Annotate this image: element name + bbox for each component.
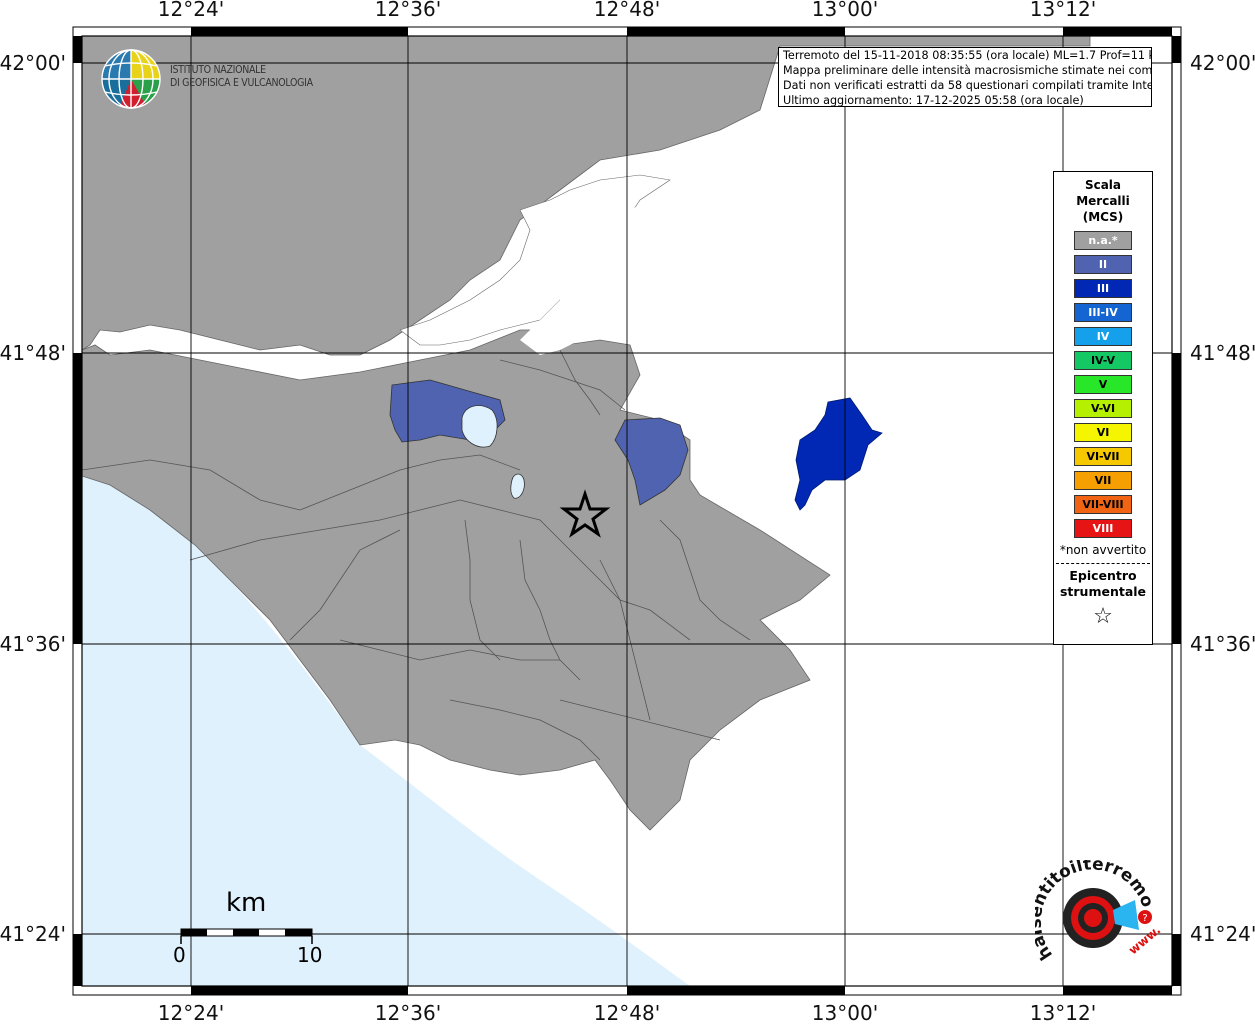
legend-item-13: VIII (1074, 519, 1132, 538)
legend-star-icon: ☆ (1093, 604, 1113, 629)
legend-item-3: III (1074, 279, 1132, 298)
axis-left-label-3: 41°36' (0, 632, 66, 656)
event-info-line-2: Mappa preliminare delle intensità macros… (783, 64, 1152, 77)
legend-separator (1056, 563, 1150, 564)
legend-item-12: VII-VIII (1074, 495, 1132, 514)
ingv-globe-icon (101, 49, 161, 109)
legend-item-5: IV (1074, 327, 1132, 346)
axis-bottom-label-2: 12°36' (375, 1001, 441, 1024)
legend-epicenter-line-2: strumentale (1059, 584, 1147, 599)
axis-right-label-4: 41°24' (1190, 922, 1255, 946)
axis-left-label-4: 41°24' (0, 922, 66, 946)
legend-epicenter-line-1: Epicentro (1069, 568, 1137, 583)
axis-right-label-3: 41°36' (1190, 632, 1255, 656)
axis-bottom-label-3: 12°48' (594, 1001, 660, 1024)
legend-item-1: n.a.* (1074, 231, 1132, 250)
axis-left-label-1: 42°00' (0, 51, 66, 75)
intensity-legend: Scala Mercalli (MCS) n.a.* II III III-IV IV I… (1053, 171, 1153, 645)
legend-epicenter-label: Epicentro strumentale (1054, 568, 1152, 600)
legend-title-line-2: Mercalli (1076, 194, 1130, 208)
haisentito-logo[interactable]: haisentitoilterremoto.it ? www. (1035, 860, 1165, 980)
axis-bottom-label-5: 13°12' (1030, 1001, 1096, 1024)
legend-item-2: II (1074, 255, 1132, 274)
event-info-line-4: Ultimo aggiornamento: 17-12-2025 05:58 (… (783, 94, 1084, 107)
legend-item-11: VII (1074, 471, 1132, 490)
legend-item-10: VI-VII (1074, 447, 1132, 466)
ingv-name: ISTITUTO NAZIONALE DI GEOFISICA E VULCAN… (170, 64, 313, 90)
legend-title: Scala Mercalli (MCS) (1054, 177, 1152, 225)
scale-bar-unit: km (226, 888, 267, 918)
event-info-box: Terremoto del 15-11-2018 08:35:55 (ora l… (778, 47, 1152, 107)
legend-title-line-3: (MCS) (1082, 210, 1124, 224)
ingv-name-line-2: DI GEOFISICA E VULCANOLOGIA (170, 77, 313, 89)
axis-top-label-2: 12°36' (375, 0, 441, 21)
legend-item-8: V-VI (1074, 399, 1132, 418)
axis-left-label-2: 41°48' (0, 341, 66, 365)
scale-bar-start: 0 (173, 943, 186, 967)
ingv-logo[interactable]: ISTITUTO NAZIONALE DI GEOFISICA E VULCAN… (100, 48, 320, 110)
axis-bottom-label-4: 13°00' (812, 1001, 878, 1024)
event-info-line-1: Terremoto del 15-11-2018 08:35:55 (ora l… (783, 49, 1152, 62)
axis-bottom-label-1: 12°24' (158, 1001, 224, 1024)
legend-item-7: V (1074, 375, 1132, 394)
axis-top-label-3: 12°48' (594, 0, 660, 21)
axis-right-label-2: 41°48' (1190, 341, 1255, 365)
scale-bar-end: 10 (297, 943, 323, 967)
legend-note: *non avvertito (1059, 543, 1147, 557)
ingv-name-line-1: ISTITUTO NAZIONALE (170, 64, 266, 76)
event-info-line-3: Dati non verificati estratti da 58 quest… (783, 79, 1152, 92)
legend-items: n.a.* II III III-IV IV IV-V V V-VI VI VI-VII VII VI… (1054, 231, 1152, 538)
haisentito-question-icon: ? (1142, 913, 1147, 924)
legend-item-6: IV-V (1074, 351, 1132, 370)
axis-top-label-4: 13°00' (812, 0, 878, 21)
axis-top-label-1: 12°24' (158, 0, 224, 21)
legend-title-line-1: Scala (1084, 178, 1122, 192)
legend-item-9: VI (1074, 423, 1132, 442)
axis-top-label-5: 13°12' (1030, 0, 1096, 21)
axis-right-label-1: 42°00' (1190, 51, 1255, 75)
legend-item-4: III-IV (1074, 303, 1132, 322)
